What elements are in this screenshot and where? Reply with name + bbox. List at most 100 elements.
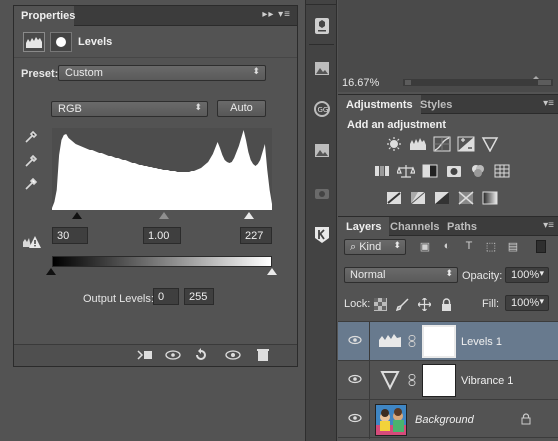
input-white-slider[interactable] — [244, 212, 254, 219]
output-white-field[interactable]: 255 — [184, 288, 214, 305]
svg-text:GG: GG — [318, 106, 329, 114]
visibility-toggle[interactable] — [338, 322, 370, 361]
tab-adjustments[interactable]: Adjustments — [338, 95, 421, 114]
gradient-map-icon[interactable] — [481, 190, 499, 206]
lock-pixels-brush-icon[interactable] — [395, 298, 409, 312]
blend-mode-select[interactable]: Normal ⬍ — [344, 267, 458, 283]
filter-toggle[interactable] — [536, 240, 546, 253]
output-levels-label: Output Levels: — [83, 293, 154, 305]
layer-mask-thumbnail[interactable] — [422, 364, 456, 397]
vibrance-icon — [376, 367, 404, 393]
histogram — [52, 128, 272, 210]
output-gradient-bar — [52, 256, 272, 267]
clip-to-layer-icon[interactable] — [136, 348, 154, 363]
filter-shape-icon[interactable]: ⬚ — [484, 240, 498, 253]
horizontal-scrollbar[interactable] — [403, 76, 553, 88]
invert-icon[interactable] — [385, 190, 403, 206]
layer-row-levels-1[interactable]: Levels 1 — [338, 321, 558, 361]
levels-icon[interactable] — [409, 136, 427, 152]
hue-sat-icon[interactable] — [373, 163, 391, 179]
selective-color-icon[interactable] — [457, 190, 475, 206]
input-black-field[interactable]: 30 — [52, 227, 88, 244]
layer-name[interactable]: Vibrance 1 — [461, 375, 513, 387]
white-point-eyedropper-icon[interactable] — [24, 177, 38, 191]
lock-all-icon[interactable] — [440, 298, 453, 311]
image-icon[interactable] — [311, 140, 333, 162]
adjustments-panel: Adjustments Styles ▾≡ Add an adjustment — [338, 94, 558, 213]
preset-select[interactable]: Custom ⬍ — [58, 65, 266, 81]
threshold-icon[interactable] — [433, 190, 451, 206]
gray-point-eyedropper-icon[interactable] — [24, 154, 38, 168]
link-chain-icon[interactable] — [408, 374, 416, 386]
layer-name[interactable]: Background — [415, 414, 474, 426]
filter-type-icon[interactable]: T — [462, 240, 476, 253]
layer-image-thumbnail[interactable] — [375, 404, 407, 436]
document-status-area: 16.67% — [338, 0, 558, 92]
reset-icon[interactable] — [192, 348, 210, 363]
k-icon[interactable] — [311, 224, 333, 246]
eye-icon — [348, 413, 362, 423]
filter-kind-select[interactable]: ⌕ Kind ⬍ — [344, 239, 406, 255]
layer-mask-thumbnail[interactable] — [422, 325, 456, 358]
link-chain-icon[interactable] — [408, 335, 416, 347]
input-white-field[interactable]: 227 — [240, 227, 272, 244]
opacity-field[interactable]: 100% ▾ — [505, 267, 549, 283]
panel-menu-icon[interactable]: ▾≡ — [543, 98, 554, 109]
color-balance-icon[interactable] — [396, 163, 416, 179]
photo-filter-icon[interactable] — [445, 163, 463, 179]
panel-menu-icon[interactable]: ▸▸ ▾≡ — [262, 9, 291, 20]
input-black-slider[interactable] — [72, 212, 82, 219]
channel-mixer-icon[interactable] — [469, 163, 487, 179]
channel-select[interactable]: RGB ⬍ — [51, 101, 208, 117]
3d-icon[interactable] — [311, 15, 333, 37]
visibility-toggle[interactable] — [338, 361, 370, 400]
levels-icon[interactable] — [23, 32, 45, 52]
mask-icon[interactable] — [50, 32, 72, 52]
panel-menu-icon[interactable]: ▾≡ — [543, 220, 554, 231]
input-gamma-field[interactable]: 1.00 — [143, 227, 181, 244]
brightness-icon[interactable] — [385, 136, 403, 152]
auto-button[interactable]: Auto — [217, 100, 266, 117]
fill-field[interactable]: 100% ▾ — [505, 295, 549, 311]
layer-row-vibrance-1[interactable]: Vibrance 1 — [338, 360, 558, 400]
lock-icon[interactable] — [521, 413, 531, 425]
posterize-icon[interactable] — [409, 190, 427, 206]
output-black-field[interactable]: 0 — [153, 288, 179, 305]
filter-pixel-icon[interactable]: ▣ — [418, 240, 432, 253]
layer-name[interactable]: Levels 1 — [461, 336, 502, 348]
dock-grip[interactable] — [306, 0, 336, 5]
updown-arrows-icon: ⬍ — [194, 102, 202, 112]
visibility-eye-icon[interactable] — [224, 348, 242, 363]
image-icon[interactable] — [311, 58, 333, 80]
exposure-icon[interactable] — [457, 136, 475, 152]
output-black-slider[interactable] — [46, 268, 56, 275]
auto-button-label: Auto — [230, 102, 253, 114]
levels-icon — [376, 328, 404, 354]
cc-icon[interactable]: GG — [311, 98, 333, 120]
filter-adjustment-icon[interactable]: ◐ — [440, 240, 454, 253]
trash-icon[interactable] — [254, 348, 272, 363]
layer-row-background[interactable]: Background — [338, 399, 558, 439]
input-gamma-slider[interactable] — [159, 212, 169, 219]
output-white-slider[interactable] — [267, 268, 277, 275]
view-previous-state-icon[interactable] — [164, 348, 182, 363]
filter-smart-object-icon[interactable]: ▤ — [506, 240, 520, 253]
black-white-icon[interactable] — [421, 163, 439, 179]
tab-adjustments-label: Adjustments — [346, 99, 413, 111]
tab-paths[interactable]: Paths — [439, 217, 485, 236]
visibility-toggle[interactable] — [338, 400, 370, 439]
tab-properties[interactable]: Properties — [14, 6, 75, 26]
lock-label: Lock: — [344, 298, 371, 310]
camera-icon[interactable] — [311, 182, 333, 204]
tab-channels[interactable]: Channels — [382, 217, 448, 236]
lock-transparent-icon[interactable] — [374, 298, 387, 311]
color-lookup-icon[interactable] — [493, 163, 511, 179]
vibrance-icon[interactable] — [481, 136, 499, 153]
tab-styles[interactable]: Styles — [412, 95, 460, 114]
lock-position-move-icon[interactable] — [417, 297, 432, 312]
zoom-level[interactable]: 16.67% — [342, 77, 379, 89]
black-point-eyedropper-icon[interactable] — [24, 130, 38, 144]
output-white-value: 255 — [189, 291, 208, 303]
curves-icon[interactable] — [433, 136, 451, 152]
chevron-down-icon: ▾ — [539, 268, 544, 278]
